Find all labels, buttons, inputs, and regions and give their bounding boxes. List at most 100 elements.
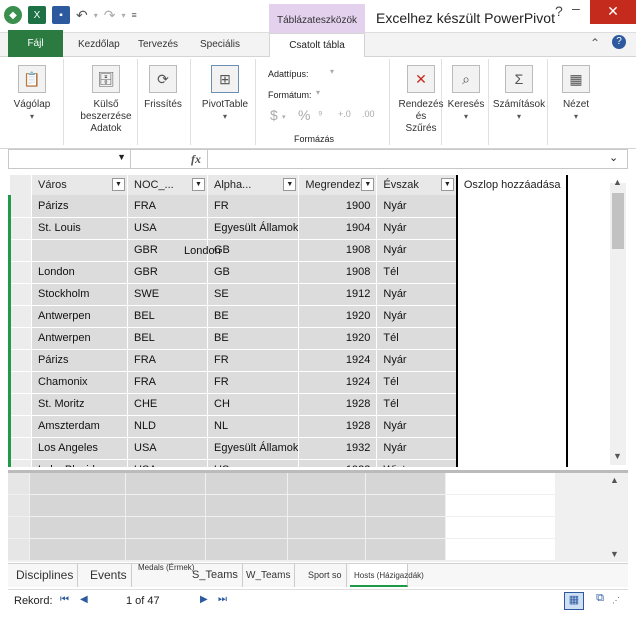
expand-formula-icon[interactable]: ⌄ [609, 151, 618, 164]
table-row[interactable]: Los Angeles USA Egyesült Államok 1932 Nyár [8, 437, 568, 460]
first-record-icon[interactable]: ⏮ [60, 594, 69, 605]
table-cell[interactable]: Nyár [376, 415, 458, 438]
row-selector[interactable] [8, 415, 32, 438]
table-cell[interactable]: Antwerpen [31, 327, 128, 350]
tab-advanced[interactable]: Speciális [200, 39, 240, 50]
calc-cell[interactable] [126, 539, 205, 560]
help-icon[interactable]: ? [555, 3, 563, 19]
name-box-dropdown-icon[interactable]: ▼ [117, 152, 126, 162]
table-row[interactable]: St. Moritz CHE CH 1928 Tél [8, 393, 568, 416]
calc-cell[interactable] [366, 539, 445, 560]
table-cell[interactable]: FR [207, 195, 300, 218]
add-column-cell[interactable] [455, 459, 568, 467]
calc-cell[interactable] [30, 495, 125, 516]
tab-design[interactable]: Tervezés [138, 39, 178, 50]
column-header-evszak[interactable]: Évszak ▼ [376, 175, 458, 195]
table-cell[interactable]: US [207, 459, 300, 467]
table-cell[interactable]: London [31, 261, 128, 284]
table-cell[interactable]: Párizs [31, 195, 128, 218]
table-cell[interactable]: Tél [376, 261, 458, 284]
table-cell[interactable]: USA [127, 437, 208, 460]
calc-cell[interactable] [8, 473, 29, 494]
external-data-button[interactable]: 🗄 Külső beszerzése Adatok [68, 65, 144, 135]
calc-cell[interactable] [126, 495, 205, 516]
calc-cell[interactable] [288, 539, 365, 560]
table-cell[interactable]: Egyesült Államok [207, 437, 300, 460]
table-cell[interactable]: GB [207, 261, 300, 284]
calculation-area[interactable]: ▲ ▼ [8, 470, 628, 562]
sheet-tab-events[interactable]: Events [86, 564, 132, 587]
row-selector[interactable] [8, 239, 32, 262]
scroll-down-icon[interactable]: ▼ [613, 451, 622, 461]
format-dropdown-icon[interactable]: ▾ [316, 88, 320, 97]
calc-cell[interactable] [446, 495, 555, 516]
pivottable-button[interactable]: ⊞ PivotTable ▾ [195, 65, 255, 123]
table-cell[interactable]: Stockholm [31, 283, 128, 306]
calc-cell[interactable] [206, 495, 287, 516]
column-header-noc[interactable]: NOC_... ▼ [127, 175, 208, 195]
calc-cell[interactable] [366, 473, 445, 494]
table-cell[interactable]: CH [207, 393, 300, 416]
select-all-corner[interactable] [9, 175, 32, 195]
tab-linked-table[interactable]: Csatolt tábla [269, 33, 365, 58]
table-cell[interactable]: Antwerpen [31, 305, 128, 328]
decrease-decimal-icon[interactable]: .00 [362, 109, 375, 119]
row-selector[interactable] [8, 195, 32, 218]
row-selector[interactable] [8, 305, 32, 328]
increase-decimal-icon[interactable]: +.0 [338, 109, 351, 119]
fx-icon[interactable]: fx [191, 152, 201, 167]
calc-scroll-up-icon[interactable]: ▲ [610, 475, 619, 485]
data-view-icon[interactable]: ▦ [564, 592, 584, 610]
table-cell[interactable]: USA [127, 459, 208, 467]
table-cell[interactable]: USA [127, 217, 208, 240]
tab-file[interactable]: Fájl [8, 30, 63, 58]
calc-cell[interactable] [288, 495, 365, 516]
calc-cell[interactable] [288, 517, 365, 538]
info-icon[interactable]: ? [612, 35, 626, 49]
table-cell[interactable]: Nyár [376, 437, 458, 460]
table-cell[interactable]: Tél [376, 327, 458, 350]
table-cell[interactable]: 1924 [298, 371, 378, 394]
calc-scroll-down-icon[interactable]: ▼ [610, 549, 619, 559]
add-column-cell[interactable] [455, 415, 568, 438]
row-selector[interactable] [8, 283, 32, 306]
table-row[interactable]: Stockholm SWE SE 1912 Nyár [8, 283, 568, 306]
table-cell[interactable]: Chamonix [31, 371, 128, 394]
table-cell[interactable]: Nyár [376, 217, 458, 240]
table-cell[interactable]: Lake Placid [31, 459, 128, 467]
column-header-varos[interactable]: Város ▼ [31, 175, 128, 195]
table-cell[interactable]: 1924 [298, 349, 378, 372]
table-cell[interactable]: Nyár [376, 305, 458, 328]
calc-cell[interactable] [8, 495, 29, 516]
row-selector[interactable] [8, 327, 32, 350]
table-row[interactable]: St. Louis USA Egyesült Államok 1904 Nyár [8, 217, 568, 240]
prev-record-icon[interactable]: ◀ [80, 594, 88, 605]
table-row[interactable]: Párizs FRA FR 1924 Nyár [8, 349, 568, 372]
table-cell[interactable]: GBR [127, 261, 208, 284]
table-cell[interactable]: Egyesült Államok [207, 217, 300, 240]
table-cell[interactable]: CHE [127, 393, 208, 416]
scroll-thumb[interactable] [612, 193, 624, 249]
table-cell[interactable]: FRA [127, 371, 208, 394]
sheet-tab-disciplines[interactable]: Disciplines [12, 564, 79, 587]
table-row[interactable]: Antwerpen BEL BE 1920 Nyár [8, 305, 568, 328]
table-cell[interactable]: FR [207, 349, 300, 372]
last-record-icon[interactable]: ⏭ [218, 594, 227, 605]
filter-dropdown-icon[interactable]: ▼ [112, 178, 125, 191]
table-row[interactable]: Antwerpen BEL BE 1920 Tél [8, 327, 568, 350]
table-cell[interactable]: 1928 [298, 415, 378, 438]
table-cell[interactable]: Tél [376, 393, 458, 416]
view-button[interactable]: ▦ Nézet ▾ [556, 65, 596, 123]
table-cell[interactable]: St. Moritz [31, 393, 128, 416]
table-cell[interactable]: 1908 [298, 261, 378, 284]
table-cell[interactable]: 1904 [298, 217, 378, 240]
calc-cell[interactable] [366, 495, 445, 516]
calc-cell[interactable] [30, 517, 125, 538]
diagram-view-icon[interactable]: ⧉ [590, 592, 610, 610]
data-type-dropdown-icon[interactable]: ▾ [330, 67, 334, 76]
table-cell[interactable]: 1932 [298, 459, 378, 467]
undo-icon[interactable]: ↶ [76, 7, 88, 24]
next-record-icon[interactable]: ▶ [200, 594, 208, 605]
filter-dropdown-icon[interactable]: ▼ [440, 178, 454, 191]
find-button[interactable]: ⌕ Keresés ▾ [446, 65, 486, 123]
